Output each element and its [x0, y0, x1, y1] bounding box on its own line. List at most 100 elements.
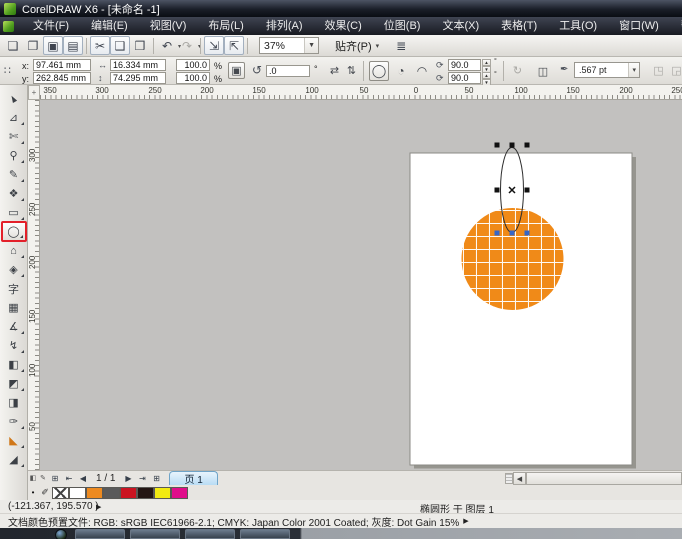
menu-item[interactable]: 编辑(E) [80, 17, 139, 35]
vertical-ruler[interactable]: 300 250 200 150 100 50 [28, 100, 40, 470]
palette-dot-button[interactable]: • [28, 488, 38, 497]
scrollbar-splitter[interactable] [505, 473, 513, 484]
expand-arrow-icon[interactable]: ▶ [463, 517, 468, 525]
redo-button[interactable]: ↷ [177, 36, 201, 55]
cut-button[interactable]: ✂ [90, 36, 110, 55]
menu-item[interactable]: 文本(X) [431, 17, 490, 35]
nav-extra-button[interactable]: ◧ [28, 472, 38, 485]
paste-button[interactable]: ❒ [130, 36, 150, 55]
menu-item[interactable]: 视图(V) [139, 17, 198, 35]
horizontal-scrollbar[interactable]: ◀ [505, 472, 682, 485]
polygon-tool[interactable]: ⌂ [2, 241, 26, 260]
next-page-button[interactable]: ▶ [121, 472, 135, 485]
chevron-down-icon[interactable]: ▾ [376, 42, 380, 50]
menu-item[interactable]: 位图(B) [373, 17, 432, 35]
mirror-horizontal-button[interactable]: ⇄ [326, 62, 343, 79]
table-tool[interactable]: ▦ [2, 298, 26, 317]
change-direction-button[interactable]: ↻ [509, 62, 526, 79]
horizontal-ruler[interactable]: 350 300 250 200 150 100 50 0 50 100 150 200 250 [40, 85, 682, 100]
taskbar-app-button[interactable] [185, 529, 235, 539]
swatch-white[interactable] [69, 486, 86, 499]
swatch-black[interactable] [137, 486, 154, 499]
taskbar-app-button[interactable] [240, 529, 290, 539]
end-angle-spinner[interactable]: ▲ ▼ [482, 72, 491, 86]
lock-ratio-button[interactable]: ▣ [228, 62, 245, 79]
last-page-button[interactable]: ⇥ [135, 472, 149, 485]
copy-button[interactable]: ❑ [110, 36, 130, 55]
crop-tool[interactable]: ✄ [2, 127, 26, 146]
drawing-area[interactable] [40, 100, 682, 470]
transparency-tool[interactable]: ◨ [2, 393, 26, 412]
end-angle-field[interactable]: 90.0 [448, 72, 481, 84]
basic-shapes-tool[interactable]: ◈ [2, 260, 26, 279]
page-tab[interactable]: 页 1 [169, 471, 218, 486]
open-button[interactable]: ❐ [23, 36, 43, 55]
expand-arrow-icon[interactable]: ▶ [96, 503, 101, 511]
add-page-button[interactable]: ⊞ [48, 472, 62, 485]
swatch-gray[interactable] [103, 486, 120, 499]
new-button[interactable]: ❏ [3, 36, 23, 55]
shadow-tool[interactable]: ◩ [2, 374, 26, 393]
menu-item[interactable]: 排列(A) [255, 17, 314, 35]
taskbar-app-button[interactable] [130, 529, 180, 539]
outline-width-combo[interactable]: .567 pt ▾ [574, 62, 640, 78]
first-page-button[interactable]: ⇤ [62, 472, 76, 485]
swatch-red[interactable] [120, 486, 137, 499]
chevron-down-icon[interactable]: ▾ [628, 63, 639, 77]
y-position-field[interactable]: 262.845 mm [33, 72, 91, 84]
toolbar-button[interactable] [197, 36, 204, 55]
freehand-tool[interactable]: ✎ [2, 165, 26, 184]
nav-extra-button[interactable]: ✎ [38, 472, 48, 485]
smart-fill-tool[interactable]: ❖ [2, 184, 26, 203]
snap-to-button[interactable]: 贴齐(P) ▾ [335, 38, 379, 54]
scale-x-field[interactable]: 100.0 [176, 59, 210, 71]
text-wrap-button[interactable]: ◫ [533, 61, 553, 81]
fill-tool[interactable]: ◣ [2, 431, 26, 450]
taskbar-app-button[interactable] [75, 529, 125, 539]
start-angle-field[interactable]: 90.0 [448, 59, 481, 71]
start-button[interactable] [55, 529, 67, 539]
scroll-left-button[interactable]: ◀ [513, 472, 526, 485]
rotation-angle-field[interactable]: .0 [266, 65, 310, 77]
add-page-button[interactable]: ⊞ [149, 472, 163, 485]
eyedropper-tool[interactable]: ✑ [2, 412, 26, 431]
pick-tool[interactable]: ▲ [2, 89, 26, 108]
title-bar[interactable]: CorelDRAW X6 - [未命名 -1] [0, 0, 682, 17]
shape-tool[interactable]: ⊿ [2, 108, 26, 127]
rectangle-tool[interactable]: ▭ [2, 203, 26, 222]
orange-grid-circle[interactable] [461, 208, 564, 310]
text-tool[interactable]: 字 [2, 279, 26, 298]
export-button[interactable]: ⇱ [224, 36, 244, 55]
zoom-level-combo[interactable]: 37% ▼ [259, 37, 319, 54]
ellipse-tool[interactable]: ◯ [0, 221, 27, 242]
scrollbar-thumb[interactable] [526, 472, 682, 485]
arc-mode-button[interactable]: ◠ [412, 61, 432, 81]
toolbar-button[interactable] [83, 36, 90, 55]
menu-item[interactable]: 表格(T) [490, 17, 548, 35]
connector-tool[interactable]: ↯ [2, 336, 26, 355]
x-position-field[interactable]: 97.461 mm [33, 59, 91, 71]
undo-button[interactable]: ↶ [157, 36, 181, 55]
swatch-yellow[interactable] [154, 486, 171, 499]
menu-item[interactable]: 布局(L) [197, 17, 254, 35]
outline-extra-button[interactable]: ◳ [650, 62, 667, 79]
toolbar-button[interactable] [150, 36, 157, 55]
width-field[interactable]: 16.334 mm [110, 59, 166, 71]
print-button[interactable]: ▤ [63, 36, 83, 55]
save-button[interactable]: ▣ [43, 36, 63, 55]
blend-tool[interactable]: ◧ [2, 355, 26, 374]
scale-y-field[interactable]: 100.0 [176, 72, 210, 84]
swatch-magenta[interactable] [171, 486, 188, 499]
ellipse-mode-button[interactable]: ◯ [369, 61, 389, 81]
chevron-down-icon[interactable]: ▼ [304, 38, 318, 53]
menu-item[interactable]: 工具(O) [548, 17, 608, 35]
menu-item[interactable]: 帮助(H) [670, 17, 682, 35]
start-angle-spinner[interactable]: ▲ ▼ [482, 59, 491, 73]
import-button[interactable]: ⇲ [204, 36, 224, 55]
swatch-none[interactable] [52, 486, 69, 499]
mirror-vertical-button[interactable]: ⇅ [343, 62, 360, 79]
interactive-fill-tool[interactable]: ◢ [2, 450, 26, 469]
fill-extra-button[interactable]: ◲ [668, 62, 682, 79]
eyedropper-icon[interactable]: ✐ [39, 487, 51, 498]
ruler-origin-button[interactable]: + [28, 85, 40, 100]
